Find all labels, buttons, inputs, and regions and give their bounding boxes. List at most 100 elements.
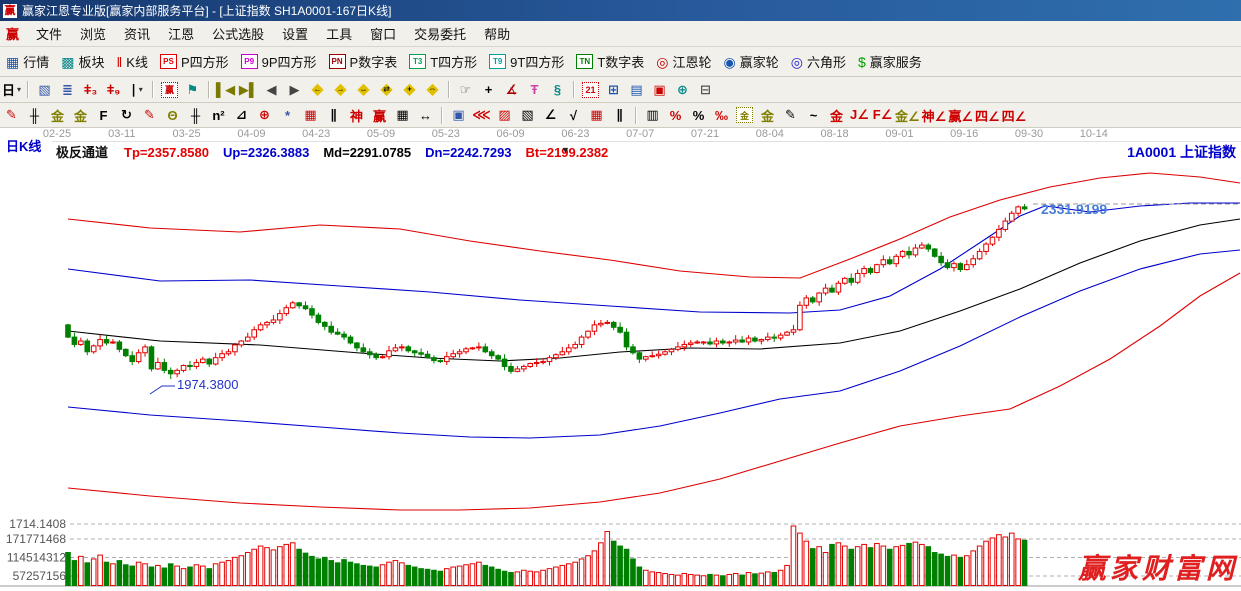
nav-tool-button-16[interactable]: ◆ →	[330, 79, 351, 100]
nav-tool-button-11[interactable]: ▌◀	[215, 79, 236, 100]
nav-tool-button-20[interactable]: ◆ ⇔	[422, 79, 443, 100]
chevron-down-icon[interactable]: ▼	[561, 145, 570, 155]
kline-chart[interactable]: 1714.1408171771468 114514312 57257156 2331.…	[0, 161, 1241, 591]
draw-tool-button-4[interactable]: F	[93, 105, 114, 126]
draw-tool-button-9[interactable]: n²	[208, 105, 229, 126]
draw-tool-button-0[interactable]: ✎	[1, 105, 22, 126]
draw-tool-button-43[interactable]: 四∠	[975, 105, 1000, 126]
draw-tool-button-29[interactable]: ▥	[642, 105, 663, 126]
menu-formula-stock-pick[interactable]: 公式选股	[203, 25, 273, 44]
draw-tool-button-24[interactable]: ∠	[540, 105, 561, 126]
draw-tool-button-32[interactable]: ‰	[711, 105, 732, 126]
draw-tool-button-14[interactable]: ∥	[323, 105, 344, 126]
nav-tool-button-30[interactable]: ▤	[626, 79, 647, 100]
draw-tool-button-6[interactable]: ✎	[139, 105, 160, 126]
draw-tool-button-36[interactable]: ~	[803, 105, 824, 126]
period-label[interactable]: 日K线	[6, 136, 41, 155]
draw-tool-button-5[interactable]: ↻	[116, 105, 137, 126]
draw-tool-button-34[interactable]: 金	[757, 105, 778, 126]
menu-news[interactable]: 资讯	[115, 25, 159, 44]
gann-wheel-button[interactable]: ◎ 江恩轮	[650, 49, 717, 75]
nav-tool-button-32[interactable]: ⊕	[672, 79, 693, 100]
nav-tool-button-2[interactable]: ▧	[34, 79, 55, 100]
menu-window[interactable]: 窗口	[361, 25, 405, 44]
nav-tool-button-26[interactable]: §	[547, 79, 568, 100]
draw-tool-button-3[interactable]: 金	[70, 105, 91, 126]
nav-tool-button-28[interactable]: 21	[580, 79, 601, 100]
menu-file[interactable]: 文件	[27, 25, 71, 44]
nav-tool-button-14[interactable]: ▶	[284, 79, 305, 100]
menu-browse[interactable]: 浏览	[71, 25, 115, 44]
nav-tool-button-3[interactable]: ≣	[57, 79, 78, 100]
draw-tool-button-17[interactable]: ▦	[392, 105, 413, 126]
nav-tool-button-15[interactable]: ◆ ←	[307, 79, 328, 100]
draw-tool-button-22[interactable]: ▨	[494, 105, 515, 126]
nav-tool-button-33[interactable]: ⊟	[695, 79, 716, 100]
draw-tool-button-16[interactable]: 赢	[369, 105, 390, 126]
draw-tool-button-2[interactable]: 金	[47, 105, 68, 126]
nav-tool-button-0[interactable]: 日 ▾	[1, 79, 22, 100]
p-number-table-button[interactable]: PN P数字表	[323, 49, 404, 75]
nav-tool-button-29[interactable]: ⊞	[603, 79, 624, 100]
draw-tool-button-21[interactable]: ⋘	[471, 105, 492, 126]
indicator-name[interactable]: 极反通道	[56, 145, 108, 160]
draw-tool-button-33[interactable]: 金	[734, 105, 755, 126]
nav-tool-button-31[interactable]: ▣	[649, 79, 670, 100]
draw-tool-button-12[interactable]: *	[277, 105, 298, 126]
draw-tool-button-23[interactable]: ▧	[517, 105, 538, 126]
draw-tool-button-15[interactable]: 神	[346, 105, 367, 126]
draw-tool-button-35[interactable]: ✎	[780, 105, 801, 126]
nav-tool-button-5[interactable]: ǂ₉	[103, 79, 124, 100]
nav-tool-button-6[interactable]: ∣ ▾	[126, 79, 147, 100]
kline-button[interactable]: ǁ K线	[111, 49, 154, 75]
draw-tool-button-10[interactable]: ⊿	[231, 105, 252, 126]
sectors-button[interactable]: ▩ 板块	[55, 49, 110, 75]
draw-tool-button-44[interactable]: 四∠	[1002, 105, 1027, 126]
draw-tool-button-25[interactable]: √	[563, 105, 584, 126]
draw-tool-button-30[interactable]: %	[665, 105, 686, 126]
draw-tool-button-13[interactable]: ▦	[300, 105, 321, 126]
menu-gann[interactable]: 江恩	[159, 25, 203, 44]
9p-square-button[interactable]: P9 9P四方形	[235, 49, 323, 75]
nav-tool-button-13[interactable]: ◀	[261, 79, 282, 100]
draw-tool-button-18[interactable]: ↔	[415, 105, 436, 126]
draw-tool-button-7[interactable]: Θ	[162, 105, 183, 126]
draw-tool-button-27[interactable]: ∥	[609, 105, 630, 126]
draw-tool-button-20[interactable]: ▣	[448, 105, 469, 126]
hexagon-button[interactable]: ◎ 六角形	[785, 49, 852, 75]
nav-tool-button-4[interactable]: ǂ₃	[80, 79, 101, 100]
menu-tools[interactable]: 工具	[317, 25, 361, 44]
draw-tool-button-1[interactable]: ╫	[24, 105, 45, 126]
nav-tool-button-17[interactable]: ◆ ↔	[353, 79, 374, 100]
draw-tool-button-8[interactable]: ╫	[185, 105, 206, 126]
draw-tool-button-31[interactable]: %	[688, 105, 709, 126]
menu-settings[interactable]: 设置	[273, 25, 317, 44]
menu-trade-order[interactable]: 交易委托	[405, 25, 475, 44]
nav-tool-button-8[interactable]: 赢	[159, 79, 180, 100]
toolbar-button-label: T数字表	[597, 55, 645, 70]
draw-tool-button-38[interactable]: J∠	[849, 105, 870, 126]
winner-service-button[interactable]: $ 赢家服务	[852, 49, 928, 75]
draw-tool-button-40[interactable]: 金∠	[895, 105, 920, 126]
menu-help[interactable]: 帮助	[475, 25, 519, 44]
draw-tool-button-41[interactable]: 神∠	[922, 105, 947, 126]
nav-tool-button-12[interactable]: ▶▌	[238, 79, 259, 100]
nav-tool-button-23[interactable]: +	[478, 79, 499, 100]
nav-tool-button-18[interactable]: ◆ ⇄	[376, 79, 397, 100]
9t-square-button[interactable]: T9 9T四方形	[483, 49, 570, 75]
nav-tool-button-9[interactable]: ⚑	[182, 79, 203, 100]
nav-tool-button-22[interactable]: ☞	[455, 79, 476, 100]
draw-tool-button-39[interactable]: F∠	[872, 105, 893, 126]
p-square-button[interactable]: PS P四方形	[154, 49, 235, 75]
nav-tool-button-25[interactable]: Ŧ	[524, 79, 545, 100]
t-number-table-button[interactable]: TN T数字表	[570, 49, 650, 75]
winner-wheel-button[interactable]: ◉ 赢家轮	[718, 49, 785, 75]
nav-tool-button-24[interactable]: ∡	[501, 79, 522, 100]
draw-tool-button-11[interactable]: ⊕	[254, 105, 275, 126]
t-square-button[interactable]: T3 T四方形	[403, 49, 483, 75]
nav-tool-button-19[interactable]: ◆ +	[399, 79, 420, 100]
draw-tool-button-37[interactable]: 金	[826, 105, 847, 126]
quotes-button[interactable]: ▦ 行情	[0, 49, 55, 75]
draw-tool-button-26[interactable]: ▦	[586, 105, 607, 126]
draw-tool-button-42[interactable]: 赢∠	[948, 105, 973, 126]
